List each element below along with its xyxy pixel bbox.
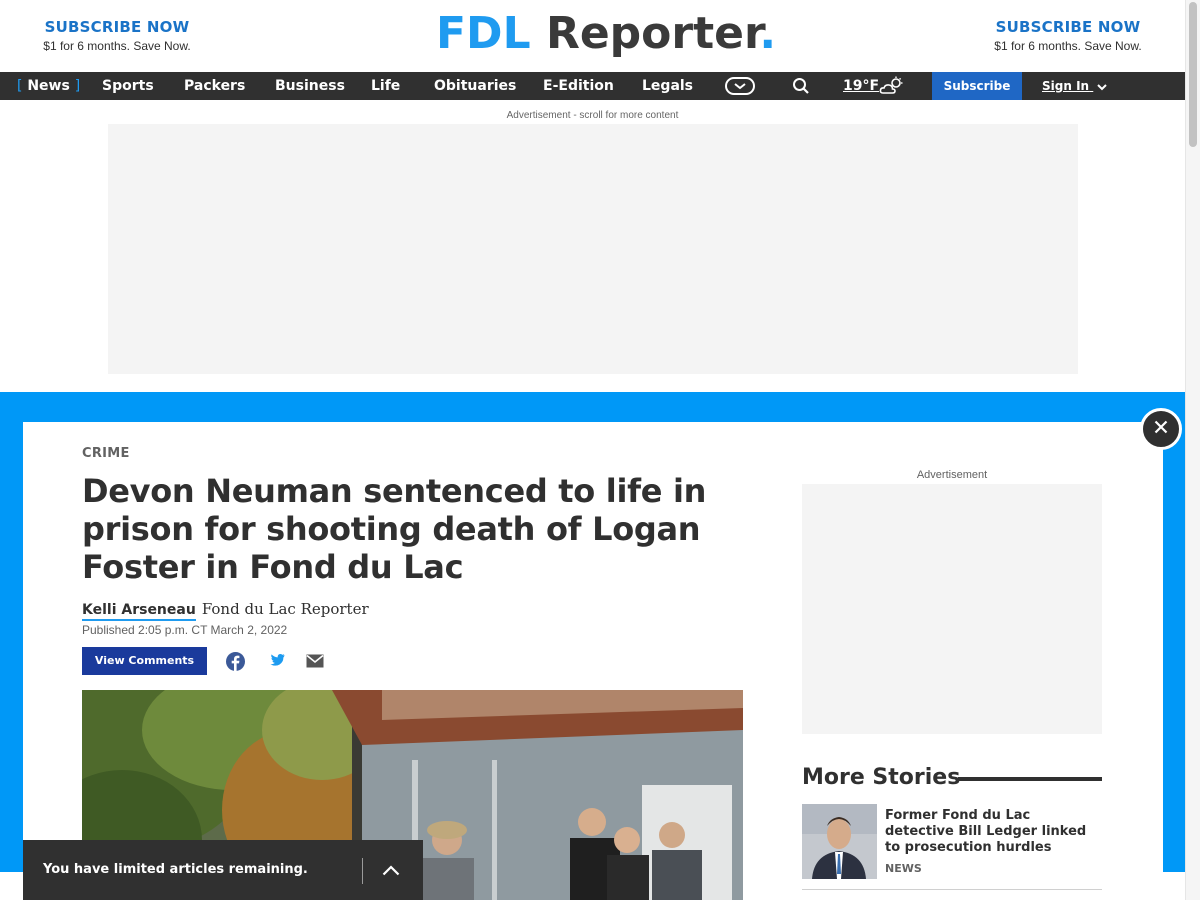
- weather-temperature[interactable]: 19°F: [843, 72, 879, 100]
- article-headline: Devon Neuman sentenced to life in prison…: [82, 472, 707, 586]
- published-date: Published 2:05 p.m. CT March 2, 2022: [82, 623, 288, 637]
- more-stories-rule: [958, 777, 1102, 781]
- promo-title: SUBSCRIBE NOW: [44, 18, 190, 36]
- story-headline[interactable]: Former Fond du Lac detective Bill Ledger…: [885, 808, 1100, 856]
- nav-item-business[interactable]: Business: [275, 72, 345, 100]
- masthead: SUBSCRIBE NOW $1 for 6 months. Save Now.…: [0, 0, 1185, 72]
- nav-item-life[interactable]: Life: [371, 72, 400, 100]
- story-card[interactable]: Former Fond du Lac detective Bill Ledger…: [802, 804, 1102, 880]
- story-thumbnail[interactable]: [802, 804, 877, 879]
- story-section-label: NEWS: [885, 862, 922, 875]
- ad-slot-top[interactable]: [108, 124, 1078, 374]
- twitter-icon[interactable]: [264, 651, 286, 671]
- search-icon[interactable]: [786, 76, 816, 96]
- byline: Kelli Arseneau Fond du Lac Reporter: [82, 600, 369, 621]
- ad-slot-right[interactable]: [802, 484, 1102, 734]
- author-link[interactable]: Kelli Arseneau: [82, 602, 196, 621]
- sign-in-link[interactable]: Sign In: [1042, 72, 1107, 100]
- subscribe-button[interactable]: Subscribe: [932, 72, 1022, 100]
- site-logo[interactable]: FDL Reporter.: [436, 6, 776, 62]
- subscribe-promo-right[interactable]: SUBSCRIBE NOW $1 for 6 months. Save Now.: [968, 18, 1168, 53]
- nav-item-obituaries[interactable]: Obituaries: [434, 72, 516, 100]
- scrollbar-thumb[interactable]: [1189, 2, 1197, 147]
- close-icon: [1154, 420, 1168, 439]
- article-card: CRIME Devon Neuman sentenced to life in …: [23, 422, 1163, 900]
- chevron-up-icon[interactable]: [378, 857, 404, 883]
- publication-name: Fond du Lac Reporter: [201, 600, 369, 618]
- nav-item-e-edition[interactable]: E-Edition: [543, 72, 614, 100]
- sign-in-label: Sign In: [1042, 79, 1090, 93]
- promo-subtitle: $1 for 6 months. Save Now.: [43, 39, 191, 53]
- divider: [802, 889, 1102, 890]
- nav-item-sports[interactable]: Sports: [102, 72, 154, 100]
- ad-label: Advertisement: [916, 469, 988, 481]
- close-button[interactable]: [1140, 408, 1182, 450]
- nav-item-packers[interactable]: Packers: [184, 72, 245, 100]
- logo-fdl: FDL: [436, 8, 531, 59]
- promo-subtitle: $1 for 6 months. Save Now.: [994, 39, 1142, 53]
- more-stories-title: More Stories: [802, 765, 961, 790]
- nav-item-news[interactable]: [ News ]: [17, 72, 80, 100]
- chevron-down-icon: [1097, 73, 1107, 101]
- view-comments-button[interactable]: View Comments: [82, 647, 207, 675]
- nav-bracket-open: [: [17, 78, 23, 94]
- partly-cloudy-icon[interactable]: [878, 76, 906, 96]
- logo-dot: .: [759, 8, 777, 59]
- email-icon[interactable]: [304, 651, 326, 671]
- limited-articles-bar: You have limited articles remaining.: [23, 840, 423, 900]
- chevron-circle-icon[interactable]: [725, 76, 755, 96]
- divider: [362, 858, 363, 884]
- ad-label: Advertisement - scroll for more content: [506, 110, 679, 121]
- nav-item-legals[interactable]: Legals: [642, 72, 693, 100]
- logo-reporter: Reporter: [530, 8, 760, 59]
- facebook-icon[interactable]: [224, 651, 246, 671]
- article-category[interactable]: CRIME: [82, 446, 130, 461]
- limited-articles-text: You have limited articles remaining.: [43, 862, 308, 877]
- main-nav: [ News ] Sports Packers Business Life Ob…: [0, 72, 1185, 100]
- promo-title: SUBSCRIBE NOW: [995, 18, 1141, 36]
- nav-item-label: News: [27, 78, 70, 94]
- page-scrollbar[interactable]: [1185, 0, 1200, 900]
- nav-bracket-close: ]: [74, 78, 81, 94]
- subscribe-promo-left[interactable]: SUBSCRIBE NOW $1 for 6 months. Save Now.: [17, 18, 217, 53]
